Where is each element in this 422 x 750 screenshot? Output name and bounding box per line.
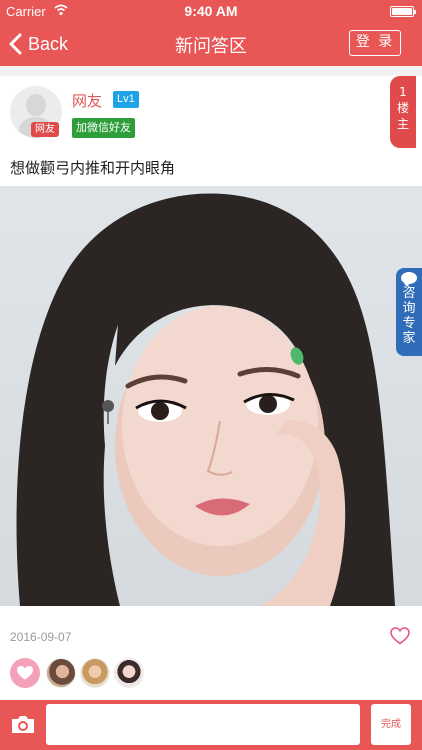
liker-avatar[interactable]: [114, 658, 144, 688]
heart-outline-icon[interactable]: [390, 627, 410, 645]
like-button[interactable]: [10, 658, 40, 688]
status-bar: Carrier 9:40 AM: [0, 0, 422, 22]
post-meta: 2016-09-07: [0, 606, 422, 700]
post-author-card: 网友 网友 Lv1 加微信好友: [0, 76, 422, 148]
question-text: 想做颧弓内推和开内眼角: [0, 148, 422, 186]
comment-composer: 完成: [0, 700, 422, 750]
add-wechat-button[interactable]: 加微信好友: [72, 118, 135, 138]
login-button[interactable]: 登 录: [349, 30, 401, 56]
chat-bubble-icon: [401, 272, 417, 287]
liker-avatar[interactable]: [46, 658, 76, 688]
author-name[interactable]: 网友: [72, 90, 102, 111]
liker-list: [10, 658, 148, 688]
consult-expert-tab[interactable]: 咨 询 专 家: [396, 268, 422, 356]
battery-icon: [390, 6, 416, 17]
level-badge: Lv1: [113, 91, 139, 108]
done-button[interactable]: 完成: [371, 704, 411, 745]
post-date: 2016-09-07: [10, 630, 72, 644]
portrait-illustration: [16, 193, 395, 606]
comment-input[interactable]: [46, 704, 360, 745]
nav-bar: Back 新问答区 登 录: [0, 22, 422, 66]
heart-filled-icon: [17, 665, 33, 680]
liker-avatar[interactable]: [80, 658, 110, 688]
camera-icon[interactable]: [10, 713, 36, 735]
avatar-placeholder-icon: [26, 94, 46, 116]
floor-tag: 1 楼 主: [390, 76, 416, 148]
post-photo[interactable]: [0, 186, 422, 606]
clock: 9:40 AM: [184, 3, 238, 19]
avatar-role-badge: 网友: [31, 122, 59, 137]
